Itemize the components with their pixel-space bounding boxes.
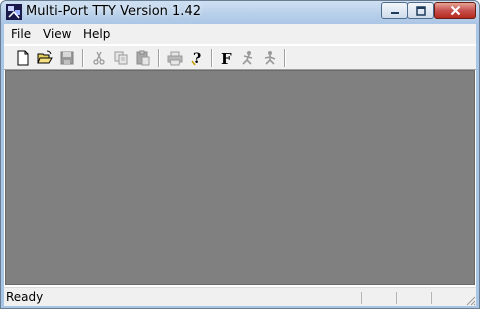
disconnect-button[interactable] xyxy=(261,49,279,67)
open-button[interactable] xyxy=(36,49,54,67)
client-area: File View Help ? F Ready xyxy=(4,24,476,306)
paste-button[interactable] xyxy=(134,49,152,67)
close-button[interactable] xyxy=(434,2,476,19)
paste-clipboard-icon xyxy=(136,50,150,66)
status-pane-divider xyxy=(396,292,397,304)
toolbar: ? F xyxy=(4,45,476,70)
title-bar[interactable]: Multi-Port TTY Version 1.42 xyxy=(1,1,479,24)
toolbar-separator xyxy=(284,49,286,67)
resize-grip-icon[interactable] xyxy=(464,294,476,306)
menu-file[interactable]: File xyxy=(11,27,31,41)
menu-help[interactable]: Help xyxy=(83,27,110,41)
maximize-icon xyxy=(415,5,426,16)
status-pane-divider xyxy=(361,292,362,304)
status-pane-divider xyxy=(431,292,432,304)
menu-view[interactable]: View xyxy=(43,27,71,41)
save-disk-icon xyxy=(60,51,74,65)
font-f-icon: F xyxy=(221,50,232,66)
open-folder-icon xyxy=(37,50,53,64)
mdi-workspace[interactable] xyxy=(5,70,475,285)
print-button[interactable] xyxy=(166,49,184,67)
app-icon[interactable] xyxy=(6,4,22,20)
connect-button[interactable] xyxy=(239,49,257,67)
status-text: Ready xyxy=(6,290,44,304)
copy-button[interactable] xyxy=(112,49,130,67)
cut-scissors-icon xyxy=(93,51,105,65)
cut-button[interactable] xyxy=(90,49,108,67)
minimize-button[interactable] xyxy=(381,2,408,19)
new-document-icon xyxy=(17,50,29,66)
close-icon xyxy=(450,5,460,16)
copy-icon xyxy=(114,51,128,65)
disconnect-icon xyxy=(264,51,276,65)
save-button[interactable] xyxy=(58,49,76,67)
font-button[interactable]: F xyxy=(217,49,235,67)
window-title: Multi-Port TTY Version 1.42 xyxy=(26,4,201,19)
svg-text:F: F xyxy=(221,50,232,66)
help-question-icon: ? xyxy=(191,51,201,66)
toolbar-separator xyxy=(211,49,213,67)
help-button[interactable]: ? xyxy=(188,49,206,67)
new-button[interactable] xyxy=(14,49,32,67)
status-bar: Ready xyxy=(4,287,476,306)
connect-icon xyxy=(242,51,253,65)
print-icon xyxy=(167,51,183,66)
minimize-icon xyxy=(390,11,399,14)
toolbar-separator xyxy=(158,49,160,67)
menu-bar: File View Help xyxy=(4,24,476,44)
app-window: Multi-Port TTY Version 1.42 File View He… xyxy=(0,0,480,309)
maximize-button[interactable] xyxy=(407,2,434,19)
toolbar-separator xyxy=(82,49,84,67)
